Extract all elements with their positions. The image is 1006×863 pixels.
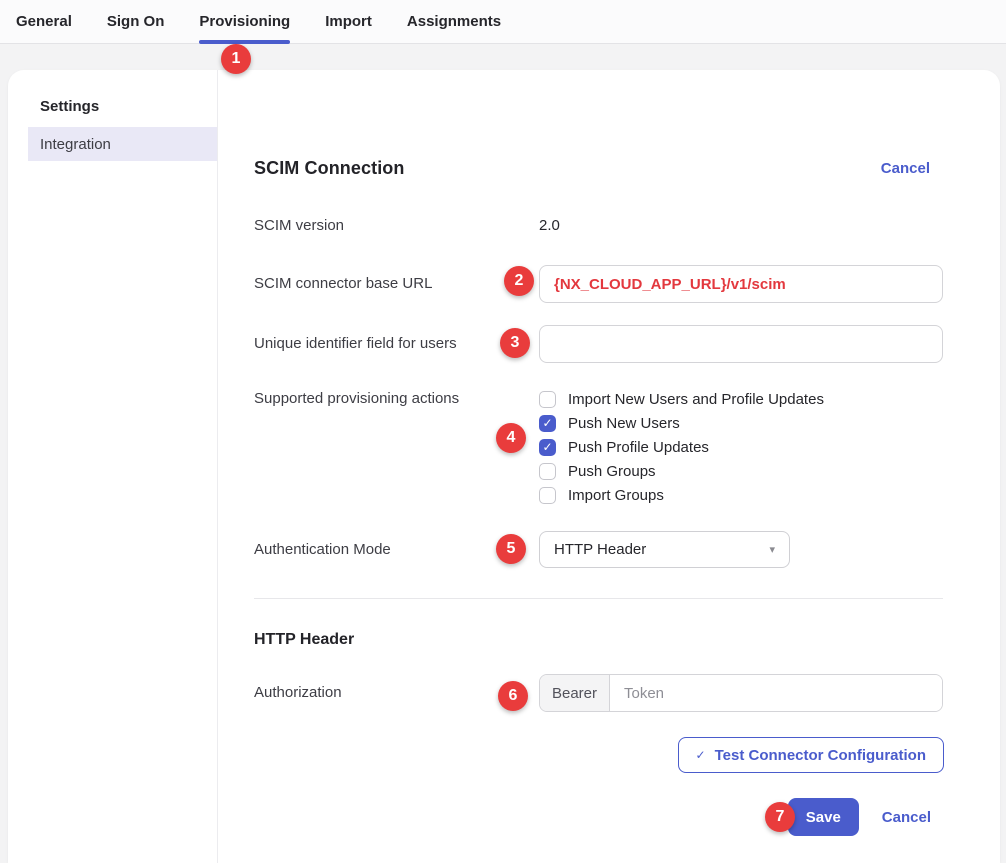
checkbox-label: Push New Users: [568, 415, 680, 432]
checkbox[interactable]: [539, 487, 556, 504]
checkbox-label: Import Groups: [568, 487, 664, 504]
scim-version-label: SCIM version: [254, 217, 344, 234]
token-input[interactable]: [610, 675, 942, 711]
page-title: SCIM Connection: [254, 158, 405, 179]
save-button[interactable]: Save: [788, 798, 859, 836]
base-url-label: SCIM connector base URL: [254, 265, 432, 303]
step-badge-2: 2: [504, 266, 534, 296]
step-badge-1: 1: [221, 44, 251, 74]
auth-mode-label: Authentication Mode: [254, 531, 391, 568]
checkbox-row-push-groups[interactable]: Push Groups: [539, 461, 656, 481]
checkbox-row-push-profile-updates[interactable]: Push Profile Updates: [539, 437, 709, 457]
http-header-section-title: HTTP Header: [254, 631, 354, 649]
checkbox-row-import-users[interactable]: Import New Users and Profile Updates: [539, 389, 824, 409]
cancel-link-top[interactable]: Cancel: [881, 160, 930, 177]
provisioning-actions-label: Supported provisioning actions: [254, 389, 459, 409]
unique-identifier-input[interactable]: [539, 325, 943, 363]
checkbox-label: Push Profile Updates: [568, 439, 709, 456]
check-icon: ✓: [696, 748, 706, 762]
section-divider: [254, 598, 943, 599]
auth-mode-value: HTTP Header: [554, 541, 646, 558]
checkbox[interactable]: [539, 415, 556, 432]
tab-import[interactable]: Import: [325, 0, 372, 43]
sidebar-item-integration[interactable]: Integration: [28, 127, 217, 161]
step-badge-5: 5: [496, 534, 526, 564]
step-badge-6: 6: [498, 681, 528, 711]
bearer-prefix: Bearer: [540, 675, 610, 711]
checkbox-row-import-groups[interactable]: Import Groups: [539, 485, 664, 505]
checkbox-label: Import New Users and Profile Updates: [568, 391, 824, 408]
chevron-down-icon: ▾: [769, 543, 775, 556]
checkbox[interactable]: [539, 439, 556, 456]
sidebar-heading: Settings: [40, 98, 217, 115]
auth-mode-select[interactable]: HTTP Header ▾: [539, 531, 790, 568]
step-badge-3: 3: [500, 328, 530, 358]
test-connector-button[interactable]: ✓ Test Connector Configuration: [678, 737, 944, 773]
step-badge-7: 7: [765, 802, 795, 832]
provisioning-card: Settings Integration SCIM Connection Can…: [8, 70, 1000, 863]
form-actions: Save Cancel: [788, 798, 944, 836]
unique-identifier-label: Unique identifier field for users: [254, 325, 457, 363]
tab-provisioning[interactable]: Provisioning: [199, 0, 290, 43]
checkbox-label: Push Groups: [568, 463, 656, 480]
scim-version-value: 2.0: [539, 217, 560, 234]
checkbox[interactable]: [539, 391, 556, 408]
form-header: SCIM Connection Cancel: [254, 158, 943, 179]
tab-general[interactable]: General: [16, 0, 72, 43]
tab-sign-on[interactable]: Sign On: [107, 0, 165, 43]
cancel-link-bottom[interactable]: Cancel: [882, 809, 931, 826]
app-tab-bar: General Sign On Provisioning Import Assi…: [0, 0, 1006, 44]
scim-form: SCIM Connection Cancel SCIM version 2.0 …: [218, 70, 1000, 863]
settings-sidebar: Settings Integration: [8, 70, 218, 863]
authorization-input-group: Bearer: [539, 674, 943, 712]
test-connector-label: Test Connector Configuration: [715, 747, 926, 764]
base-url-input[interactable]: [539, 265, 943, 303]
tab-assignments[interactable]: Assignments: [407, 0, 501, 43]
step-badge-4: 4: [496, 423, 526, 453]
checkbox-row-push-new-users[interactable]: Push New Users: [539, 413, 680, 433]
checkbox[interactable]: [539, 463, 556, 480]
authorization-label: Authorization: [254, 674, 342, 712]
